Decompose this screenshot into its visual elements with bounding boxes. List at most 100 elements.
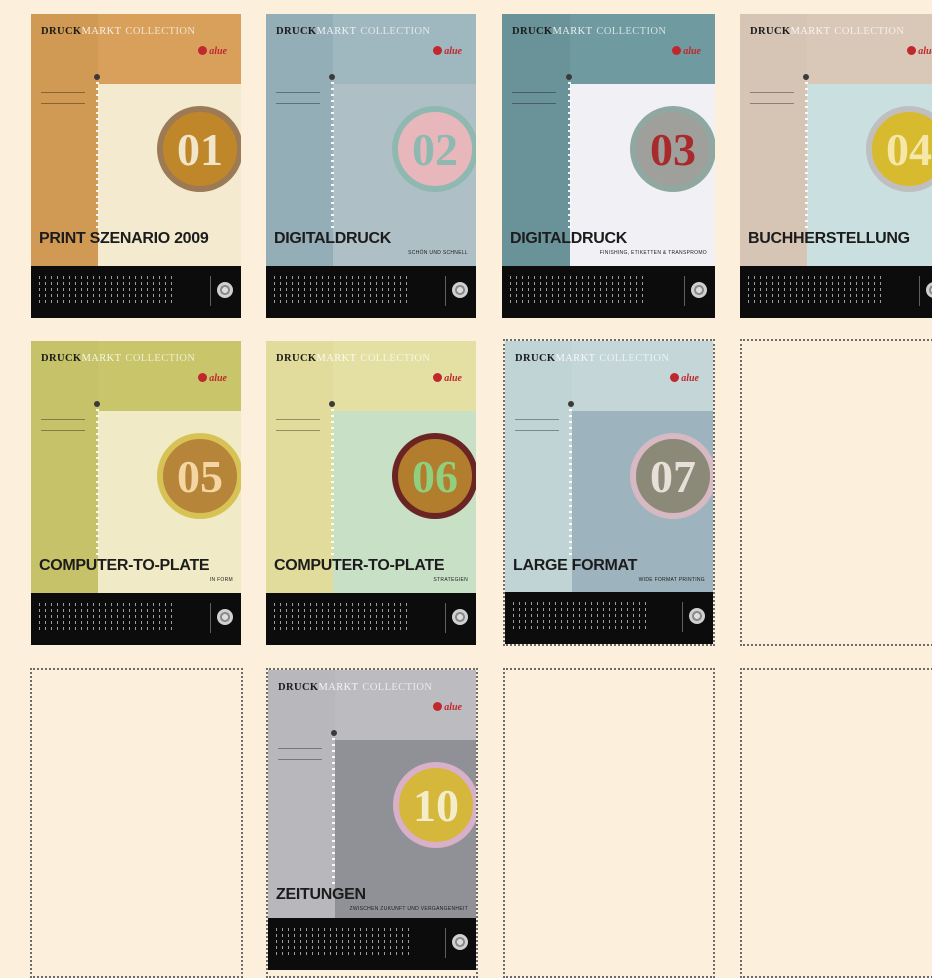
cover-brand-logo: alue [672, 46, 701, 57]
cover-dot-rule [805, 82, 809, 232]
cover-footer-badge-icon [452, 934, 468, 950]
cover-pin [94, 74, 101, 80]
cover-footer-badge-icon [217, 282, 233, 298]
masthead-word3: COLLECTION [360, 353, 431, 364]
magazine-cover-06[interactable]: DRUCKMARKT COLLECTION alue 06 COMPUTER-TO… [266, 341, 476, 645]
cover-footer [740, 266, 932, 318]
cover-title: COMPUTER-TO-PLATE [39, 557, 210, 574]
cover-masthead: DRUCKMARKT COLLECTION [515, 353, 669, 364]
cover-masthead: DRUCKMARKT COLLECTION [41, 353, 195, 364]
empty-slot-12[interactable] [740, 668, 932, 978]
empty-slot-08[interactable] [740, 339, 932, 646]
cover-masthead: DRUCKMARKT COLLECTION [512, 26, 666, 37]
cover-footer-text-lines [274, 603, 409, 633]
cover-number: 01 [177, 123, 223, 175]
magazine-cover-01[interactable]: DRUCKMARKT COLLECTION alue 01 PRINT SZENA… [31, 14, 241, 318]
cover-pin [94, 401, 101, 407]
cover-left-band [502, 14, 571, 266]
cover-dot-rule [569, 409, 573, 559]
magazine-cover-04[interactable]: DRUCKMARKTCOLLECTION alue 04 BUCHHERSTEL… [740, 14, 932, 318]
cover-title: BUCHHERSTELLUNG [748, 230, 910, 247]
cover-footer-badge-icon [452, 609, 468, 625]
cover-masthead: DRUCKMARKT COLLECTION [276, 353, 430, 364]
masthead-word2: MARKT [552, 26, 593, 37]
masthead-word2: MARKT [555, 353, 596, 364]
cover-left-band [31, 341, 99, 593]
cover-footer [268, 918, 476, 970]
cover-number: 07 [650, 450, 696, 502]
cover-subtitle: WIDE FORMAT PRINTING [638, 577, 705, 583]
cover-number-circle: 05 [157, 433, 241, 519]
cover-left-band [505, 341, 572, 592]
cover-subtitle: SCHÖN UND SCHNELL [408, 250, 468, 256]
cover-small-rule [276, 92, 320, 104]
cover-footer-text-lines [274, 276, 409, 306]
cover-dot-rule [96, 409, 100, 559]
cover-number-circle: 01 [157, 106, 241, 192]
cover-number-circle: 07 [630, 433, 713, 519]
masthead-word1: DRUCK [276, 26, 317, 37]
cover-footer [266, 266, 476, 318]
masthead-word3: COLLECTION [596, 26, 667, 37]
cover-number: 05 [177, 450, 223, 502]
cover-number: 03 [650, 123, 696, 175]
empty-slot-09[interactable] [30, 668, 243, 978]
cover-pin [329, 74, 336, 80]
cover-pin [566, 74, 573, 80]
cover-footer-badge-icon [691, 282, 707, 298]
magazine-cover-02[interactable]: DRUCKMARKT COLLECTION alue 02 DIGITALDRUC… [266, 14, 476, 318]
cover-small-rule [276, 419, 320, 431]
cover-footer-text-lines [513, 602, 648, 632]
magazine-cover-10[interactable]: DRUCKMARKT COLLECTION alue 10 ZEITUNGEN Z… [268, 670, 476, 970]
cover-small-rule [41, 92, 85, 104]
cover-title: COMPUTER-TO-PLATE [274, 557, 445, 574]
masthead-word3: COLLECTION [362, 682, 433, 693]
cover-number: 10 [413, 779, 459, 831]
cover-footer [31, 593, 241, 645]
cover-dot-rule [568, 82, 572, 232]
cover-brand-logo: alue [433, 373, 462, 384]
cover-number-circle: 03 [630, 106, 715, 192]
cover-footer-divider [682, 602, 683, 632]
cover-title: DIGITALDRUCK [510, 230, 627, 247]
empty-slot-11[interactable] [503, 668, 715, 978]
masthead-word3: COLLECTION [360, 26, 431, 37]
cover-footer-text-lines [748, 276, 883, 306]
cover-left-band [268, 670, 335, 918]
cover-title: ZEITUNGEN [276, 886, 366, 903]
cover-pin [803, 74, 810, 80]
masthead-word1: DRUCK [276, 353, 317, 364]
cover-title: DIGITALDRUCK [274, 230, 391, 247]
cover-small-rule [41, 419, 85, 431]
cover-number: 06 [412, 450, 458, 502]
cover-title: LARGE FORMAT [513, 557, 638, 574]
masthead-word1: DRUCK [515, 353, 556, 364]
cover-footer-badge-icon [452, 282, 468, 298]
magazine-cover-07[interactable]: DRUCKMARKT COLLECTION alue 07 LARGE FORMA… [505, 341, 713, 644]
cover-footer-divider [919, 276, 920, 306]
cover-footer-badge-icon [689, 608, 705, 624]
cover-footer-text-lines [510, 276, 645, 306]
masthead-word3: COLLECTION [125, 26, 196, 37]
cover-subtitle: IN FORM [209, 577, 233, 583]
cover-number: 02 [412, 123, 458, 175]
masthead-word3: COLLECTION [125, 353, 196, 364]
cover-footer-text-lines [276, 928, 411, 958]
cover-small-rule [512, 92, 556, 104]
magazine-cover-03[interactable]: DRUCKMARKT COLLECTION alue 03 DIGITALDRUC… [502, 14, 715, 318]
cover-pin [330, 730, 337, 736]
cover-brand-logo: alue [433, 702, 462, 713]
cover-dot-rule [332, 738, 336, 888]
cover-footer [502, 266, 715, 318]
masthead-word2: MARKT [790, 26, 831, 37]
magazine-cover-05[interactable]: DRUCKMARKT COLLECTION alue 05 COMPUTER-TO… [31, 341, 241, 645]
cover-pin [329, 401, 336, 407]
cover-masthead: DRUCKMARKT COLLECTION [41, 26, 195, 37]
masthead-word1: DRUCK [41, 353, 82, 364]
cover-footer [31, 266, 241, 318]
masthead-word1: DRUCK [278, 682, 319, 693]
masthead-word1: DRUCK [750, 26, 791, 37]
cover-dot-rule [96, 82, 100, 232]
cover-footer [266, 593, 476, 645]
cover-number: 04 [886, 123, 932, 175]
